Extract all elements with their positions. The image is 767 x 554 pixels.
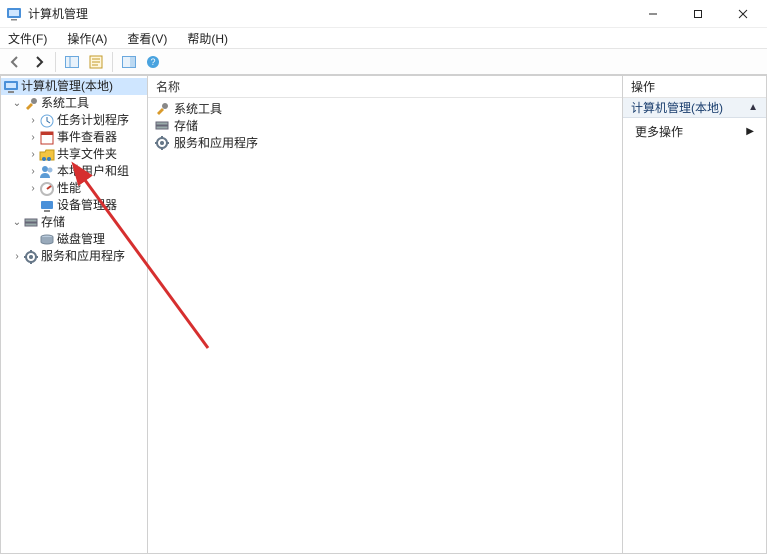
menu-help[interactable]: 帮助(H) (183, 28, 232, 49)
tree-label: 共享文件夹 (57, 146, 117, 163)
content-list[interactable]: 系统工具 存储 服务和应用程序 (148, 98, 622, 153)
tree-label: 本地用户和组 (57, 163, 129, 180)
window-title: 计算机管理 (28, 5, 88, 22)
menu-bar: 文件(F) 操作(A) 查看(V) 帮助(H) (0, 28, 767, 49)
refresh-button[interactable] (118, 51, 140, 73)
menu-view[interactable]: 查看(V) (123, 28, 171, 49)
tree-performance[interactable]: › 性能 (1, 180, 147, 197)
expand-toggle[interactable]: › (27, 146, 39, 163)
performance-icon (39, 181, 55, 197)
list-item-services-apps[interactable]: 服务和应用程序 (148, 134, 622, 151)
expand-toggle[interactable]: ⌄ (11, 95, 23, 112)
menu-file[interactable]: 文件(F) (4, 28, 51, 49)
actions-context[interactable]: 计算机管理(本地) ▲ (623, 98, 766, 118)
tree-device-manager[interactable]: 设备管理器 (1, 197, 147, 214)
help-button[interactable]: ? (142, 51, 164, 73)
toolbar: ? (0, 49, 767, 75)
tree-label: 设备管理器 (57, 197, 117, 214)
device-icon (39, 198, 55, 214)
tree-label: 性能 (57, 180, 81, 197)
tree-label: 事件查看器 (57, 129, 117, 146)
tree-system-tools[interactable]: ⌄ 系统工具 (1, 95, 147, 112)
actions-list: 更多操作 ▶ (623, 118, 766, 144)
services-icon (23, 249, 39, 265)
tree-local-users[interactable]: › 本地用户和组 (1, 163, 147, 180)
actions-item-label: 更多操作 (635, 123, 683, 140)
tree-label: 任务计划程序 (57, 112, 129, 129)
expand-toggle[interactable]: › (27, 180, 39, 197)
maximize-button[interactable] (675, 0, 720, 28)
actions-header: 操作 (623, 76, 766, 98)
app-icon (6, 6, 22, 22)
users-icon (39, 164, 55, 180)
tree-event-viewer[interactable]: › 事件查看器 (1, 129, 147, 146)
list-item-label: 系统工具 (174, 100, 222, 117)
tree-disk-management[interactable]: 磁盘管理 (1, 231, 147, 248)
toolbar-divider-2 (112, 52, 113, 72)
actions-pane: 操作 计算机管理(本地) ▲ 更多操作 ▶ (622, 75, 767, 554)
expand-toggle[interactable]: › (27, 112, 39, 129)
actions-header-label: 操作 (631, 78, 655, 95)
svg-text:?: ? (150, 57, 155, 67)
chevron-right-icon: ▶ (746, 126, 754, 137)
forward-button[interactable] (28, 51, 50, 73)
client-area: 计算机管理(本地) ⌄ 系统工具 › 任务计划程序 › (0, 75, 767, 554)
content-pane: 名称 系统工具 存储 服务和应用程序 (147, 75, 623, 554)
list-item-label: 服务和应用程序 (174, 134, 258, 151)
back-button[interactable] (4, 51, 26, 73)
show-hide-tree-button[interactable] (61, 51, 83, 73)
disk-icon (39, 232, 55, 248)
expand-toggle[interactable]: › (27, 129, 39, 146)
tree-label: 服务和应用程序 (41, 248, 125, 265)
tree-label: 系统工具 (41, 95, 89, 112)
navigation-tree[interactable]: 计算机管理(本地) ⌄ 系统工具 › 任务计划程序 › (1, 76, 147, 267)
list-item-label: 存储 (174, 117, 198, 134)
expand-toggle[interactable]: ⌄ (11, 214, 23, 231)
column-label: 名称 (156, 78, 180, 95)
title-bar: 计算机管理 (0, 0, 767, 28)
tree-label: 存储 (41, 214, 65, 231)
expand-toggle[interactable]: › (27, 163, 39, 180)
minimize-button[interactable] (630, 0, 675, 28)
shared-folder-icon (39, 147, 55, 163)
tools-icon (23, 96, 39, 112)
column-header-name[interactable]: 名称 (148, 76, 622, 98)
computer-icon (3, 79, 19, 95)
properties-button[interactable] (85, 51, 107, 73)
expand-toggle[interactable]: › (11, 248, 23, 265)
tree-storage[interactable]: ⌄ 存储 (1, 214, 147, 231)
actions-context-label: 计算机管理(本地) (631, 99, 723, 116)
storage-icon (154, 118, 170, 134)
tree-shared-folders[interactable]: › 共享文件夹 (1, 146, 147, 163)
tree-task-scheduler[interactable]: › 任务计划程序 (1, 112, 147, 129)
tree-services-apps[interactable]: › 服务和应用程序 (1, 248, 147, 265)
tools-icon (154, 101, 170, 117)
caret-up-icon: ▲ (748, 102, 758, 113)
navigation-tree-pane: 计算机管理(本地) ⌄ 系统工具 › 任务计划程序 › (0, 75, 148, 554)
tree-root-computer-management[interactable]: 计算机管理(本地) (1, 78, 147, 95)
tree-label: 计算机管理(本地) (21, 78, 113, 95)
close-button[interactable] (720, 0, 765, 28)
actions-more[interactable]: 更多操作 ▶ (623, 122, 766, 140)
clock-icon (39, 113, 55, 129)
event-icon (39, 130, 55, 146)
tree-label: 磁盘管理 (57, 231, 105, 248)
list-item-system-tools[interactable]: 系统工具 (148, 100, 622, 117)
storage-icon (23, 215, 39, 231)
menu-action[interactable]: 操作(A) (63, 28, 111, 49)
toolbar-divider (55, 52, 56, 72)
services-icon (154, 135, 170, 151)
list-item-storage[interactable]: 存储 (148, 117, 622, 134)
